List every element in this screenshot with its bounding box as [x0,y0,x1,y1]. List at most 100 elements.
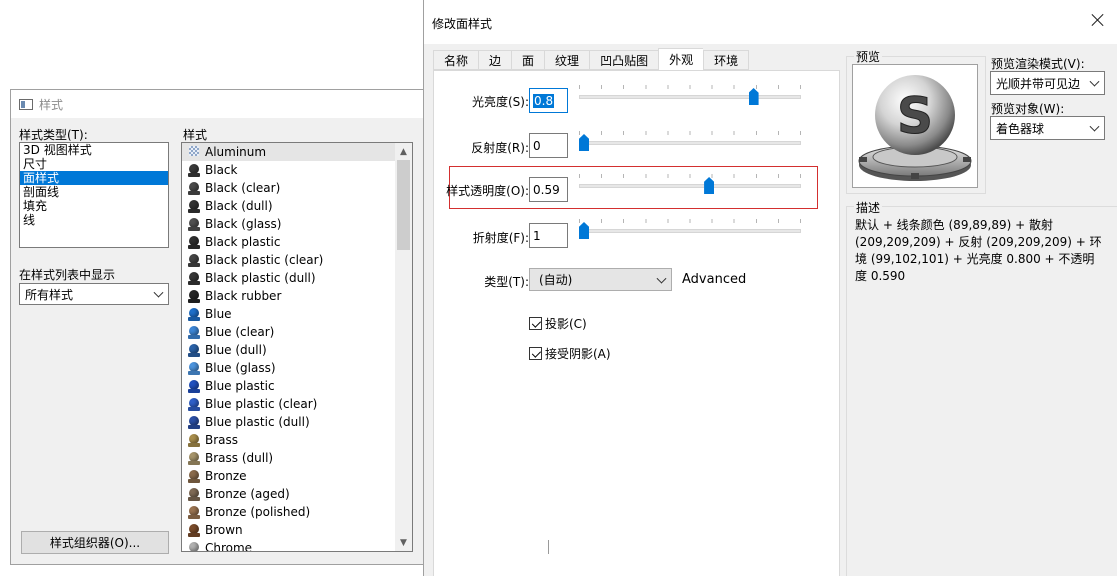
material-swatch-icon [188,469,200,483]
style-type-item[interactable]: 尺寸 [20,157,168,171]
styles-list[interactable]: Aluminum Black Black (clear) Black (dull) Bl… [181,142,413,552]
style-type-item[interactable]: 剖面线 [20,185,168,199]
tab-name[interactable]: 名称 [433,50,479,70]
style-list-item[interactable]: Blue [182,305,395,323]
receive-shadow-label: 接受阴影(A) [545,347,611,361]
tab-appearance[interactable]: 外观 [658,48,704,70]
checker-swatch-icon [188,145,200,159]
material-swatch-icon [188,325,200,339]
transparency-value: 0.59 [533,182,560,197]
material-swatch-icon [188,397,200,411]
dialog-titlebar[interactable]: 修改面样式 [424,0,1117,44]
style-list-item-label: Brown [205,523,243,537]
preview-object-label: 预览对象(W): [991,102,1065,116]
slider-track [579,141,801,145]
style-list-item[interactable]: Black plastic [182,233,395,251]
style-list-item[interactable]: Black plastic (clear) [182,251,395,269]
receive-shadow-checkbox[interactable] [529,347,542,360]
tab-texture[interactable]: 纹理 [544,50,590,70]
slider-ticks [579,85,801,89]
styles-window: 样式 样式类型(T): 3D 视图样式 尺寸 面样式 剖面线 填充 线 在样式列… [10,89,424,565]
style-list-item[interactable]: Blue (clear) [182,323,395,341]
slider-thumb[interactable] [748,88,759,105]
receive-shadow-checkbox-row[interactable]: 接受阴影(A) [529,345,611,362]
material-swatch-icon [188,505,200,519]
text-cursor [548,540,549,554]
reflectivity-slider[interactable] [579,131,801,157]
style-list-item[interactable]: Blue plastic (dull) [182,413,395,431]
refraction-slider[interactable] [579,219,801,245]
style-type-item[interactable]: 3D 视图样式 [20,143,168,157]
styles-label: 样式 [183,128,208,142]
transparency-slider[interactable] [579,174,801,200]
brightness-slider[interactable] [579,85,801,111]
material-swatch-icon [188,217,200,231]
material-swatch-icon [188,433,200,447]
style-list-item[interactable]: Black rubber [182,287,395,305]
transparency-input[interactable]: 0.59 [529,177,568,202]
show-in-list-dropdown[interactable]: 所有样式 [19,283,169,305]
material-swatch-icon [188,523,200,537]
styles-list-rows: Aluminum Black Black (clear) Black (dull) Bl… [182,143,395,551]
slider-thumb[interactable] [579,134,589,151]
style-list-item[interactable]: Black (glass) [182,215,395,233]
styles-window-title: 样式 [39,97,64,112]
slider-thumb[interactable] [579,222,589,239]
render-mode-dropdown[interactable]: 光顺并带可见边 [990,71,1105,95]
style-type-item-selected[interactable]: 面样式 [20,171,168,185]
material-swatch-icon [188,361,200,375]
style-list-item[interactable]: Aluminum [182,143,395,161]
styles-window-titlebar[interactable]: 样式 [11,90,423,118]
scrollbar-thumb[interactable] [397,160,410,250]
close-icon[interactable] [1091,13,1105,27]
style-types-label: 样式类型(T): [19,128,88,142]
style-list-item[interactable]: Blue plastic (clear) [182,395,395,413]
style-list-item-label: Blue (dull) [205,343,267,357]
material-swatch-icon [188,541,200,551]
style-list-item[interactable]: Bronze (aged) [182,485,395,503]
tab-edge[interactable]: 边 [478,50,512,70]
preview-image: S [852,64,978,188]
type-dropdown[interactable]: (自动) [529,268,672,291]
style-types-list[interactable]: 3D 视图样式 尺寸 面样式 剖面线 填充 线 [19,142,169,248]
styles-list-scrollbar[interactable]: ▲ ▼ [395,143,412,551]
appearance-tab-panel: 光亮度(S): 0.8 反射度(R): 0 样式透明度(O): 0.59 折射度… [433,70,840,576]
style-list-item[interactable]: Black (dull) [182,197,395,215]
style-list-item-label: Bronze (polished) [205,505,311,519]
cast-shadow-checkbox[interactable] [529,317,542,330]
preview-object-dropdown[interactable]: 着色器球 [990,116,1105,140]
style-list-item[interactable]: Blue (glass) [182,359,395,377]
render-mode-value: 光顺并带可见边 [996,76,1081,91]
style-list-item[interactable]: Bronze (polished) [182,503,395,521]
style-list-item[interactable]: Blue plastic [182,377,395,395]
style-list-item-label: Blue [205,307,232,321]
scroll-up-arrow-icon[interactable]: ▲ [395,143,412,160]
style-list-item[interactable]: Bronze [182,467,395,485]
scroll-down-arrow-icon[interactable]: ▼ [395,534,412,551]
style-list-item[interactable]: Black [182,161,395,179]
style-list-item[interactable]: Black plastic (dull) [182,269,395,287]
style-list-item-label: Blue (glass) [205,361,276,375]
tab-bump-map[interactable]: 凹凸贴图 [589,50,659,70]
slider-ticks [579,131,801,135]
style-list-item[interactable]: Brown [182,521,395,539]
style-list-item[interactable]: Chrome [182,539,395,551]
refraction-value: 1 [533,228,541,243]
reflectivity-input[interactable]: 0 [529,133,568,158]
style-list-item[interactable]: Brass [182,431,395,449]
style-type-item[interactable]: 填充 [20,199,168,213]
tab-environment[interactable]: 环境 [703,50,750,70]
style-list-item-label: Black (glass) [205,217,282,231]
tab-face[interactable]: 面 [511,50,545,70]
style-organizer-button[interactable]: 样式组织器(O)... [21,531,169,554]
style-list-item[interactable]: Black (clear) [182,179,395,197]
style-list-item-label: Aluminum [205,145,267,159]
style-list-item[interactable]: Brass (dull) [182,449,395,467]
style-list-item[interactable]: Blue (dull) [182,341,395,359]
style-type-item[interactable]: 线 [20,213,168,227]
cast-shadow-checkbox-row[interactable]: 投影(C) [529,315,587,332]
refraction-input[interactable]: 1 [529,223,568,248]
brightness-input[interactable]: 0.8 [529,88,568,113]
slider-thumb[interactable] [704,177,715,194]
material-swatch-icon [188,343,200,357]
